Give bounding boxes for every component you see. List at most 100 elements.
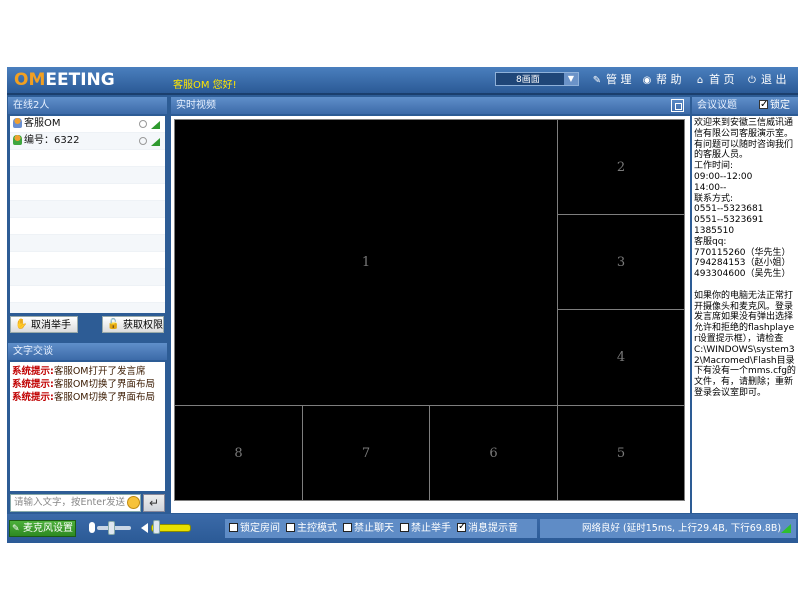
divider [7, 93, 798, 95]
chat-input[interactable]: 请输入文字，按Enter发送 [10, 494, 141, 512]
chevron-down-icon[interactable]: ▼ [564, 73, 578, 85]
option-checkbox[interactable] [400, 523, 409, 532]
user-row-empty [10, 218, 165, 235]
video-cell[interactable]: 5 [557, 405, 685, 501]
cancel-hand-button[interactable]: ✋ 取消举手 [10, 316, 78, 333]
lock-checkbox[interactable] [759, 97, 768, 112]
lock-icon: 🔓 [107, 319, 120, 330]
get-permission-label: 获取权限 [123, 320, 163, 331]
message-label: 系统提示: [12, 379, 54, 390]
video-cell[interactable]: 4 [557, 309, 685, 406]
user-name: 编号：6322 [24, 135, 80, 146]
option-checkbox[interactable] [343, 523, 352, 532]
option-master-mode[interactable]: 主控模式 [286, 522, 337, 535]
send-button[interactable]: ↵ [143, 494, 165, 512]
video-header: 实时视频 [171, 97, 690, 114]
get-permission-button[interactable]: 🔓 获取权限 [102, 316, 164, 333]
option-disable-chat[interactable]: 禁止聊天 [343, 522, 394, 535]
user-avatar-icon [13, 118, 22, 128]
hand-icon: ✋ [15, 319, 28, 330]
layout-select-value: 8画面 [516, 75, 540, 85]
top-bar: OMEETING 客服OM 您好! 8画面 ▼ ✎ 管 理 ◉ 帮 助 ⌂ 首 页 ⏻… [7, 67, 798, 93]
user-row[interactable]: 客服OM [10, 116, 165, 133]
lock-label: 锁定 [770, 100, 790, 111]
online-users-header: 在线2人 [8, 97, 167, 114]
video-cell[interactable]: 3 [557, 214, 685, 310]
exit-button[interactable]: ⏻ 退 出 [746, 73, 787, 88]
camera-icon [139, 120, 147, 128]
video-cell[interactable]: 7 [302, 405, 430, 501]
video-cell-number: 8 [234, 445, 243, 461]
hand-raise-bar: ✋ 取消举手 🔓 获取权限 [8, 313, 167, 337]
mic-slider-handle[interactable] [108, 521, 115, 535]
message-text: 客服OM打开了发言席 [53, 366, 146, 377]
exit-label: 退 出 [761, 73, 787, 86]
option-label: 消息提示音 [468, 523, 518, 534]
emoji-icon[interactable] [127, 496, 140, 509]
video-cell[interactable]: 8 [174, 405, 303, 501]
option-lock-room[interactable]: 锁定房间 [229, 522, 280, 535]
speaker-icon [141, 523, 148, 533]
option-checkbox[interactable] [229, 523, 238, 532]
layout-select[interactable]: 8画面 ▼ [495, 72, 579, 86]
user-row[interactable]: 编号：6322 [10, 133, 165, 150]
help-label: 帮 助 [656, 73, 682, 86]
message-text: 客服OM切换了界面布局 [53, 392, 155, 403]
microphone-icon [89, 522, 95, 533]
video-cell-number: 4 [616, 350, 626, 365]
signal-icon [781, 524, 791, 533]
user-name: 客服OM [24, 118, 61, 129]
room-options: 锁定房间 主控模式 禁止聊天 禁止举手 消息提示音 [225, 519, 537, 538]
app-logo: OMEETING [14, 69, 115, 91]
option-label: 主控模式 [297, 523, 337, 534]
video-cell-number: 7 [361, 445, 371, 461]
power-icon: ⏻ [748, 75, 756, 86]
option-label: 锁定房间 [240, 523, 280, 534]
video-cell-number: 6 [489, 445, 498, 461]
network-status: 网络良好 (延时15ms, 上行29.4B, 下行69.8B) [540, 519, 796, 538]
option-message-sound[interactable]: 消息提示音 [457, 520, 518, 535]
meeting-app-window: OMEETING 客服OM 您好! 8画面 ▼ ✎ 管 理 ◉ 帮 助 ⌂ 首 页 ⏻… [7, 67, 798, 543]
video-cell[interactable]: 6 [429, 405, 558, 501]
mic-settings-label: 麦克风设置 [23, 523, 73, 534]
user-row-empty [10, 252, 165, 269]
help-button[interactable]: ◉ 帮 助 [641, 73, 682, 88]
option-label: 禁止聊天 [354, 523, 394, 534]
message-text: 客服OM切换了界面布局 [53, 379, 155, 390]
video-grid: 1 2 3 4 5 6 7 8 [171, 116, 690, 513]
message-label: 系统提示: [12, 392, 54, 403]
chat-input-placeholder: 请输入文字，按Enter发送 [14, 497, 125, 508]
help-circle-icon: ◉ [642, 75, 652, 86]
manage-label: 管 理 [606, 73, 632, 86]
video-cell[interactable]: 2 [557, 119, 685, 215]
video-cell-number: 3 [616, 254, 626, 270]
video-cell[interactable]: 1 [174, 119, 558, 406]
wrench-icon: ✎ [12, 524, 20, 534]
logo-suffix: EETING [45, 70, 115, 90]
home-button[interactable]: ⌂ 首 页 [694, 73, 735, 88]
chat-message: 系统提示:客服OM切换了界面布局 [12, 378, 165, 391]
video-cell-number: 5 [616, 445, 626, 461]
fullscreen-icon[interactable] [671, 99, 684, 112]
chat-header: 文字交谈 [8, 343, 167, 360]
home-icon: ⌂ [696, 75, 704, 86]
video-cell-number: 1 [361, 255, 371, 270]
user-row-empty [10, 201, 165, 218]
volume-slider-handle[interactable] [153, 520, 160, 534]
mic-settings-button[interactable]: ✎ 麦克风设置 [9, 520, 76, 537]
chat-message: 系统提示:客服OM打开了发言席 [12, 365, 165, 378]
option-checkbox[interactable] [286, 523, 295, 532]
lock-topic-toggle[interactable]: 锁定 [759, 97, 790, 113]
user-list[interactable]: 客服OM 编号：6322 [10, 116, 165, 320]
signal-icon [151, 138, 160, 146]
manage-button[interactable]: ✎ 管 理 [591, 73, 632, 88]
user-row-empty [10, 286, 165, 303]
user-row-empty [10, 235, 165, 252]
option-disable-hand[interactable]: 禁止举手 [400, 522, 451, 535]
option-checkbox[interactable] [457, 520, 466, 533]
camera-icon [139, 137, 147, 145]
user-row-empty [10, 167, 165, 184]
signal-icon [151, 121, 160, 129]
option-label: 禁止举手 [411, 523, 451, 534]
message-label: 系统提示: [12, 366, 54, 377]
